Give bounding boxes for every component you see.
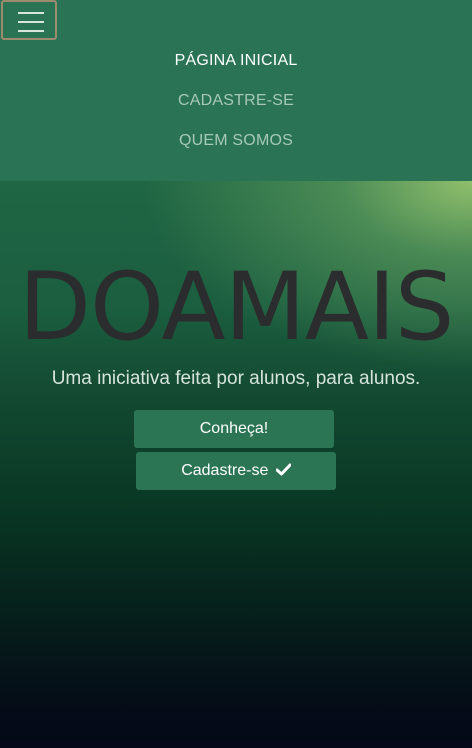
nav-item-pagina-inicial[interactable]: PÁGINA INICIAL [0, 52, 472, 70]
cadastre-se-button[interactable]: Cadastre-se [136, 452, 336, 490]
conheca-button-label: Conheça! [199, 420, 269, 437]
hamburger-menu-icon [18, 12, 44, 14]
conheca-button[interactable]: Conheça! [134, 410, 334, 448]
check-icon [275, 453, 292, 491]
menu-toggle-button[interactable] [1, 0, 57, 40]
navbar: PÁGINA INICIAL CADASTRE-SE QUEM SOMOS [0, 0, 472, 181]
tagline: Uma iniciativa feita por alunos, para al… [51, 368, 421, 389]
cadastre-se-button-label: Cadastre-se [181, 462, 269, 479]
brand-title: DOAMAIS [18, 253, 455, 362]
nav-item-quem-somos[interactable]: QUEM SOMOS [0, 132, 472, 150]
nav-item-cadastre-se[interactable]: CADASTRE-SE [0, 92, 472, 110]
